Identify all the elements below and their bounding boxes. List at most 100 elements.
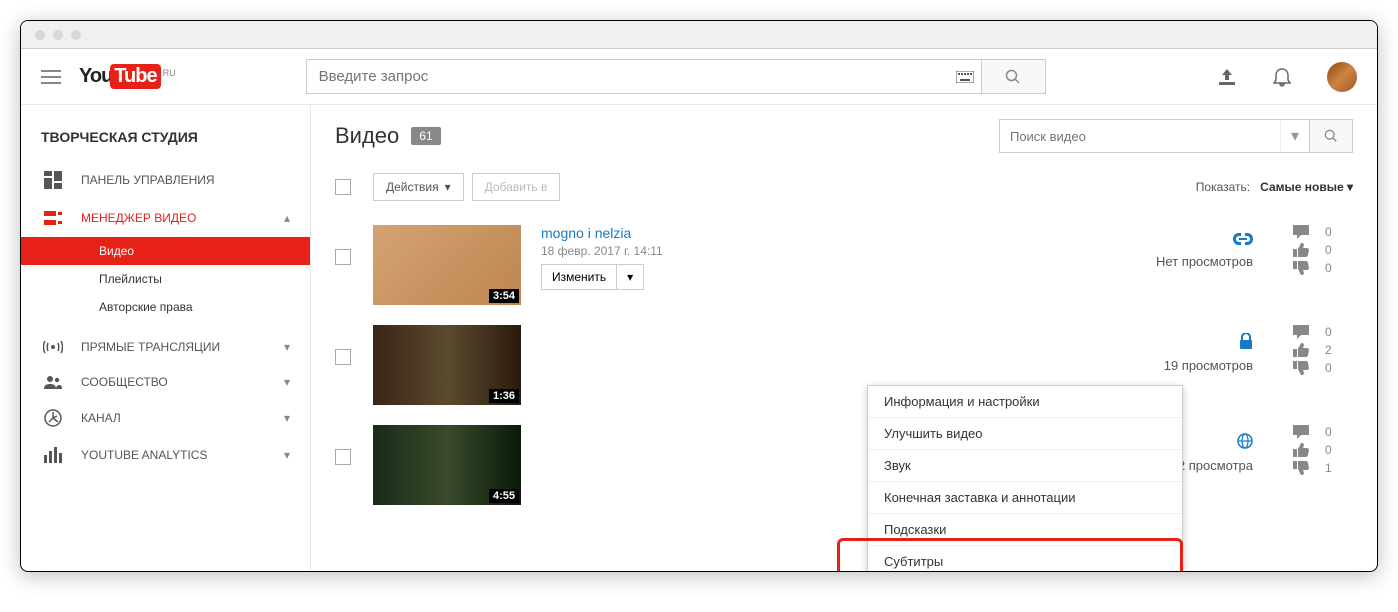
sidebar-label: СООБЩЕСТВО <box>81 375 168 389</box>
show-label: Показать: <box>1196 180 1250 194</box>
menu-info-settings[interactable]: Информация и настройки <box>868 386 1182 418</box>
video-manager-icon <box>41 209 65 227</box>
youtube-logo[interactable]: You Tube RU <box>79 64 176 89</box>
counts-col: 0 2 0 <box>1293 325 1353 375</box>
sidebar-item-analytics[interactable]: YOUTUBE ANALYTICS ▾ <box>21 437 310 473</box>
sidebar-label: ПРЯМЫЕ ТРАНСЛЯЦИИ <box>81 340 220 354</box>
lock-icon <box>1164 333 1253 352</box>
chevron-down-icon: ▾ <box>284 448 290 462</box>
duration-label: 1:36 <box>489 389 519 403</box>
sort-dropdown[interactable]: Самые новые ▾ <box>1260 180 1353 194</box>
dislike-icon <box>1293 461 1309 475</box>
row-checkbox[interactable] <box>335 449 351 465</box>
search-button[interactable] <box>981 60 1045 93</box>
video-search-button[interactable] <box>1309 120 1352 152</box>
dislike-icon <box>1293 261 1309 275</box>
video-thumbnail[interactable]: 1:36 <box>373 325 521 405</box>
search-input[interactable] <box>307 60 949 93</box>
duration-label: 4:55 <box>489 489 519 503</box>
dashboard-icon <box>41 171 65 189</box>
window-close[interactable] <box>35 30 45 40</box>
link-icon <box>1156 233 1253 248</box>
row-checkbox[interactable] <box>335 249 351 265</box>
sidebar: ТВОРЧЕСКАЯ СТУДИЯ ПАНЕЛЬ УПРАВЛЕНИЯ МЕНЕ… <box>21 105 311 571</box>
sidebar-item-dashboard[interactable]: ПАНЕЛЬ УПРАВЛЕНИЯ <box>21 161 310 199</box>
video-row: 1:36 19 просмотров 0 2 0 <box>335 315 1353 415</box>
chevron-down-icon: ▾ <box>284 411 290 425</box>
video-thumbnail[interactable]: 3:54 <box>373 225 521 305</box>
caret-down-icon: ▾ <box>445 180 451 194</box>
page-title: Видео <box>335 123 399 149</box>
select-all-checkbox[interactable] <box>335 179 351 195</box>
counts-col: 0 0 0 <box>1293 225 1353 275</box>
dislike-icon <box>1293 361 1309 375</box>
counts-col: 0 0 1 <box>1293 425 1353 475</box>
views-col: Нет просмотров <box>1156 225 1253 269</box>
search-bar <box>306 59 1046 94</box>
menu-cards[interactable]: Подсказки <box>868 514 1182 546</box>
hamburger-icon[interactable] <box>41 70 61 84</box>
like-icon <box>1293 243 1309 257</box>
edit-dropdown-caret[interactable]: ▾ <box>616 265 643 289</box>
views-col: 19 просмотров <box>1164 325 1253 373</box>
header-actions <box>1217 62 1357 92</box>
content-area: ТВОРЧЕСКАЯ СТУДИЯ ПАНЕЛЬ УПРАВЛЕНИЯ МЕНЕ… <box>21 105 1377 571</box>
video-stats: 19 просмотров 0 2 0 <box>1164 325 1353 375</box>
submenu-playlists[interactable]: Плейлисты <box>21 265 310 293</box>
sidebar-label: YOUTUBE ANALYTICS <box>81 448 207 462</box>
submenu-videos[interactable]: Видео <box>21 237 310 265</box>
window-minimize[interactable] <box>53 30 63 40</box>
window-titlebar <box>21 21 1377 49</box>
channel-icon <box>41 409 65 427</box>
menu-subtitles[interactable]: Субтитры <box>868 546 1182 571</box>
sidebar-item-live[interactable]: ПРЯМЫЕ ТРАНСЛЯЦИИ ▾ <box>21 329 310 365</box>
toolbar: Действия ▾ Добавить в Показать: Самые но… <box>335 173 1353 201</box>
comment-icon <box>1293 425 1309 439</box>
analytics-icon <box>41 447 65 463</box>
sidebar-label: КАНАЛ <box>81 411 121 425</box>
chevron-up-icon: ▴ <box>284 211 290 225</box>
logo-tube: Tube <box>110 64 160 89</box>
sidebar-title: ТВОРЧЕСКАЯ СТУДИЯ <box>21 121 310 161</box>
menu-endscreen[interactable]: Конечная заставка и аннотации <box>868 482 1182 514</box>
header: You Tube RU <box>21 49 1377 105</box>
keyboard-icon[interactable] <box>949 60 981 93</box>
user-avatar[interactable] <box>1327 62 1357 92</box>
video-search-input[interactable] <box>1000 120 1280 152</box>
chevron-down-icon: ▾ <box>284 340 290 354</box>
sidebar-label: ПАНЕЛЬ УПРАВЛЕНИЯ <box>81 173 215 187</box>
actions-button[interactable]: Действия ▾ <box>373 173 464 201</box>
video-row: 3:54 mogno i nelzia 18 февр. 2017 г. 14:… <box>335 215 1353 315</box>
sidebar-label: МЕНЕДЖЕР ВИДЕО <box>81 211 196 225</box>
toolbar-sort: Показать: Самые новые ▾ <box>1196 180 1353 194</box>
menu-audio[interactable]: Звук <box>868 450 1182 482</box>
edit-button[interactable]: Изменить ▾ <box>541 264 644 290</box>
main-content: Видео 61 ▾ Действия ▾ Добавить в <box>311 105 1377 571</box>
sidebar-item-community[interactable]: СООБЩЕСТВО ▾ <box>21 365 310 399</box>
add-to-button[interactable]: Добавить в <box>472 173 561 201</box>
sidebar-item-video-manager[interactable]: МЕНЕДЖЕР ВИДЕО ▴ <box>21 199 310 237</box>
video-stats: Нет просмотров 0 0 0 <box>1156 225 1353 275</box>
video-info: mogno i nelzia 18 февр. 2017 г. 14:11 Из… <box>541 225 663 290</box>
edit-dropdown-menu: Информация и настройки Улучшить видео Зв… <box>867 385 1183 571</box>
video-stats: 122 просмотра 0 0 1 <box>1163 425 1353 475</box>
submenu-copyright[interactable]: Авторские права <box>21 293 310 321</box>
like-icon <box>1293 443 1309 457</box>
bell-icon[interactable] <box>1273 67 1291 87</box>
video-thumbnail[interactable]: 4:55 <box>373 425 521 505</box>
duration-label: 3:54 <box>489 289 519 303</box>
like-icon <box>1293 343 1309 357</box>
logo-region: RU <box>163 68 176 78</box>
browser-window: You Tube RU ТВОРЧЕСКАЯ СТУДИЯ <box>20 20 1378 572</box>
window-maximize[interactable] <box>71 30 81 40</box>
video-count-badge: 61 <box>411 127 440 145</box>
video-search-dropdown[interactable]: ▾ <box>1280 120 1309 152</box>
row-checkbox[interactable] <box>335 349 351 365</box>
community-icon <box>41 375 65 389</box>
upload-icon[interactable] <box>1217 69 1237 85</box>
video-title[interactable]: mogno i nelzia <box>541 225 663 241</box>
sidebar-item-channel[interactable]: КАНАЛ ▾ <box>21 399 310 437</box>
video-search-bar: ▾ <box>999 119 1353 153</box>
menu-enhance[interactable]: Улучшить видео <box>868 418 1182 450</box>
video-row: 4:55 122 просмотра 0 0 1 <box>335 415 1353 515</box>
